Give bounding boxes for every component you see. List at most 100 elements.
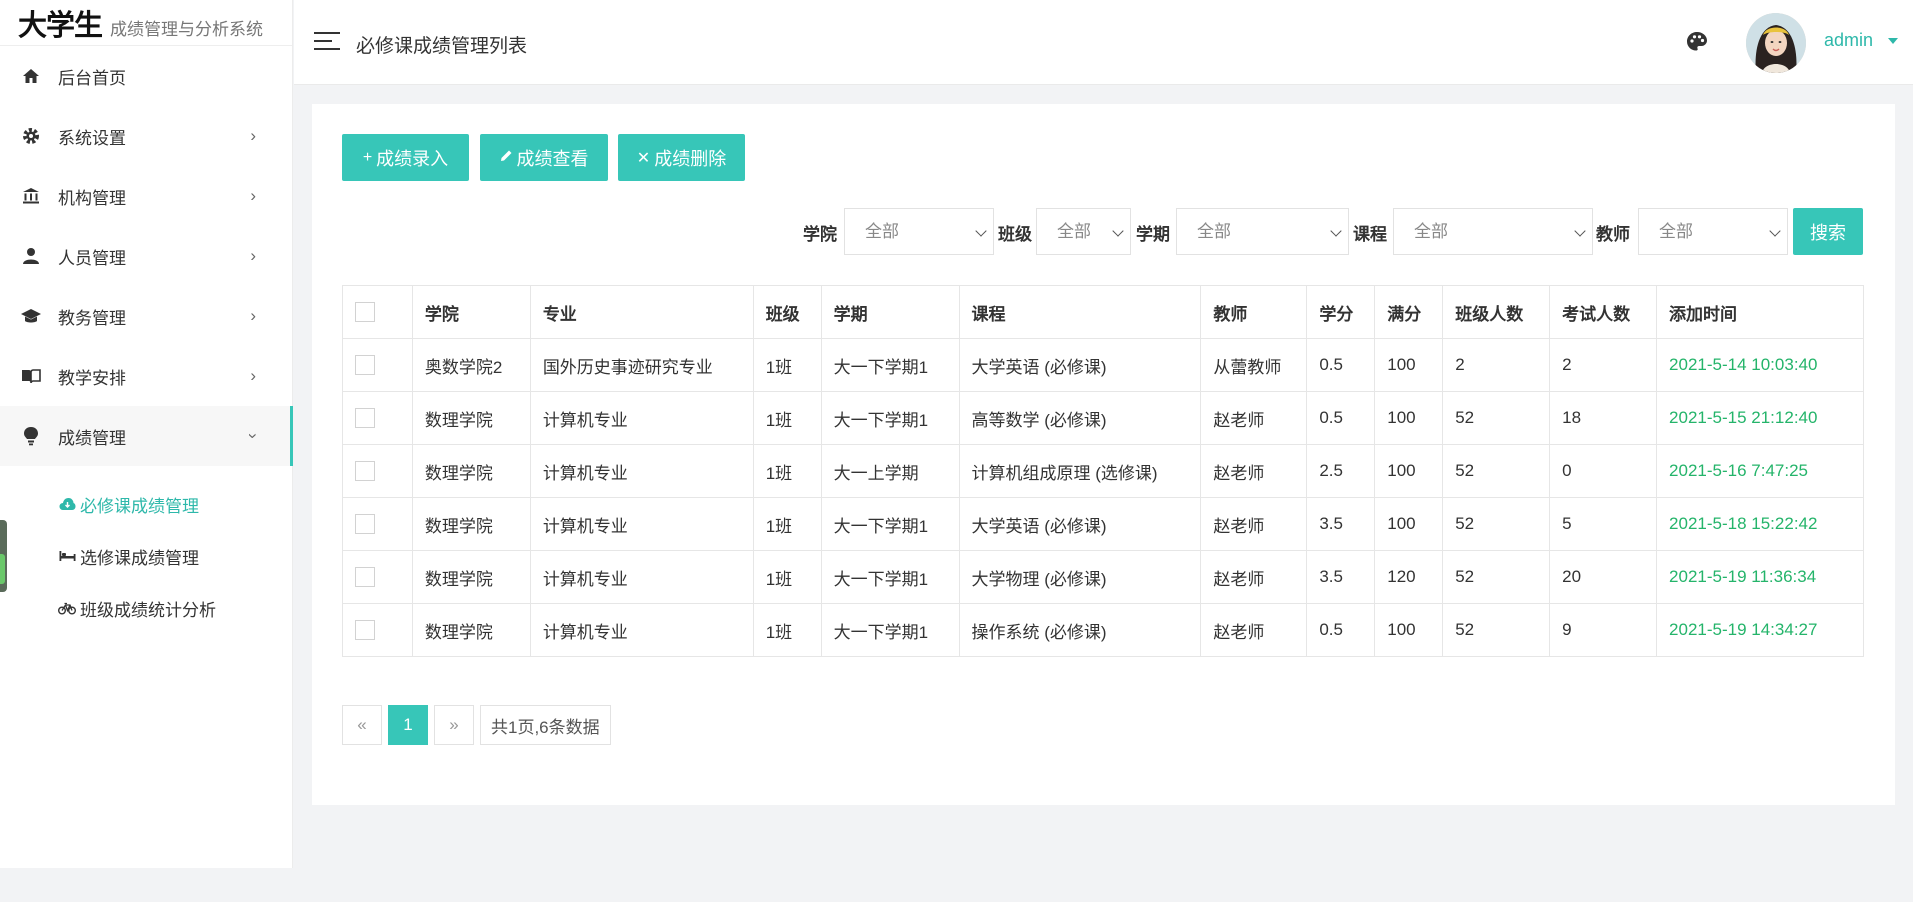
table-cell: 18 (1549, 391, 1658, 445)
table-cell: 20 (1549, 550, 1658, 604)
college-select-value: 全部 (865, 222, 899, 241)
table-cell: 100 (1374, 444, 1444, 498)
row-select-cell (342, 603, 413, 657)
table-cell-time: 2021-5-19 11:36:34 (1656, 550, 1864, 604)
sidebar-item-people[interactable]: 人员管理 › (0, 226, 292, 286)
logo-title: 大学生 (18, 8, 103, 42)
teacher-select[interactable]: 全部 (1638, 208, 1788, 255)
table-row[interactable]: 数理学院 计算机专业 1班 大一下学期1 大学物理 (必修课) 赵老师 3.5 … (342, 550, 1864, 604)
class-select[interactable]: 全部 (1036, 208, 1131, 255)
page-number-button[interactable]: 1 (388, 705, 428, 745)
sidebar-menu: 后台首页 系统设置 › 机构管理 › 人员管理 › 教务管理 › 教学安排 › … (0, 46, 293, 634)
column-header[interactable]: 班级人数 (1442, 285, 1551, 339)
column-header[interactable]: 学院 (411, 285, 531, 339)
sidebar-item-grades[interactable]: 成绩管理 › (0, 406, 293, 466)
table-cell: 大一下学期1 (820, 338, 960, 392)
table-cell: 100 (1374, 338, 1444, 392)
row-select-cell (342, 391, 413, 445)
table-cell: 从蕾教师 (1200, 338, 1308, 392)
side-drawer-handle[interactable] (0, 520, 7, 592)
search-button[interactable]: 搜索 (1793, 208, 1863, 255)
logo-subtitle: 成绩管理与分析系统 (110, 20, 263, 39)
table-cell: 大一下学期1 (820, 391, 960, 445)
add-grade-button[interactable]: + 成绩录入 (342, 134, 469, 181)
grades-submenu: 必修课成绩管理 选修课成绩管理 班级成绩统计分析 (0, 466, 292, 634)
table-cell: 3.5 (1306, 550, 1376, 604)
term-filter-label: 学期 (1136, 225, 1170, 244)
sidebar-item-label: 成绩管理 (58, 428, 126, 448)
table-row[interactable]: 数理学院 计算机专业 1班 大一上学期 计算机组成原理 (选修课) 赵老师 2.… (342, 444, 1864, 498)
column-header[interactable]: 班级 (752, 285, 822, 339)
row-checkbox[interactable] (355, 355, 375, 376)
sidebar-subitem-elective-grades[interactable]: 选修课成绩管理 (0, 530, 292, 582)
table-cell: 大学物理 (必修课) (958, 550, 1202, 604)
top-header: 必修课成绩管理列表 admin (294, 0, 1913, 85)
sidebar-subitem-label: 选修课成绩管理 (80, 548, 199, 568)
sidebar-item-label: 教务管理 (58, 308, 126, 328)
row-checkbox[interactable] (355, 620, 375, 641)
book-icon (20, 365, 42, 387)
sidebar-item-label: 机构管理 (58, 188, 126, 208)
chevron-down-icon (1112, 225, 1124, 237)
column-header[interactable]: 课程 (958, 285, 1202, 339)
course-filter-label: 课程 (1353, 225, 1387, 244)
table-row[interactable]: 数理学院 计算机专业 1班 大一下学期1 高等数学 (必修课) 赵老师 0.5 … (342, 391, 1864, 445)
table-cell: 100 (1374, 497, 1444, 551)
table-cell: 1班 (752, 391, 822, 445)
row-checkbox[interactable] (355, 408, 375, 429)
column-header[interactable]: 专业 (529, 285, 754, 339)
row-checkbox[interactable] (355, 514, 375, 535)
course-select[interactable]: 全部 (1393, 208, 1593, 255)
user-name-link[interactable]: admin (1824, 30, 1873, 51)
table-cell: 国外历史事迹研究专业 (529, 338, 754, 392)
table-cell: 2.5 (1306, 444, 1376, 498)
teacher-select-value: 全部 (1659, 222, 1693, 241)
sidebar-subitem-class-stats[interactable]: 班级成绩统计分析 (0, 582, 292, 634)
table-row[interactable]: 数理学院 计算机专业 1班 大一下学期1 大学英语 (必修课) 赵老师 3.5 … (342, 497, 1864, 551)
bed-icon (58, 547, 76, 565)
avatar[interactable] (1746, 13, 1806, 73)
caret-down-icon[interactable] (1888, 38, 1898, 44)
palette-icon[interactable] (1685, 30, 1709, 54)
sidebar-item-teaching-schedule[interactable]: 教学安排 › (0, 346, 292, 406)
table-cell: 计算机专业 (529, 603, 754, 657)
term-select-value: 全部 (1197, 222, 1231, 241)
sidebar-item-system-settings[interactable]: 系统设置 › (0, 106, 292, 166)
sidebar-subitem-label: 必修课成绩管理 (80, 496, 199, 516)
column-header[interactable]: 学分 (1306, 285, 1376, 339)
row-checkbox[interactable] (355, 567, 375, 588)
sidebar-item-home[interactable]: 后台首页 (0, 46, 292, 106)
select-all-checkbox[interactable] (355, 302, 375, 323)
sidebar-item-academic[interactable]: 教务管理 › (0, 286, 292, 346)
next-page-button[interactable]: » (434, 705, 474, 745)
table-row[interactable]: 数理学院 计算机专业 1班 大一下学期1 操作系统 (必修课) 赵老师 0.5 … (342, 603, 1864, 657)
close-icon: ✕ (636, 149, 651, 167)
table-cell: 赵老师 (1200, 497, 1308, 551)
table-cell: 数理学院 (411, 550, 531, 604)
column-header[interactable]: 学期 (820, 285, 960, 339)
table-cell-time: 2021-5-19 14:34:27 (1656, 603, 1864, 657)
table-cell-time: 2021-5-15 21:12:40 (1656, 391, 1864, 445)
college-select[interactable]: 全部 (844, 208, 994, 255)
table-cell-time: 2021-5-18 15:22:42 (1656, 497, 1864, 551)
table-cell: 100 (1374, 391, 1444, 445)
column-header[interactable]: 满分 (1374, 285, 1444, 339)
table-row[interactable]: 奥数学院2 国外历史事迹研究专业 1班 大一下学期1 大学英语 (必修课) 从蕾… (342, 338, 1864, 392)
sidebar-subitem-required-grades[interactable]: 必修课成绩管理 (0, 478, 292, 530)
prev-page-button[interactable]: « (342, 705, 382, 745)
table-header-row: 学院 专业 班级 学期 课程 教师 学分 满分 班级人数 考试人数 添加时间 (342, 285, 1864, 339)
table-cell: 大一下学期1 (820, 550, 960, 604)
sidebar-item-org[interactable]: 机构管理 › (0, 166, 292, 226)
column-header[interactable]: 考试人数 (1549, 285, 1658, 339)
delete-grade-button[interactable]: ✕ 成绩删除 (618, 134, 745, 181)
column-header[interactable]: 教师 (1200, 285, 1308, 339)
table-cell: 赵老师 (1200, 550, 1308, 604)
term-select[interactable]: 全部 (1176, 208, 1349, 255)
menu-toggle-icon[interactable] (314, 32, 340, 52)
view-grade-button[interactable]: 成绩查看 (480, 134, 608, 181)
row-checkbox[interactable] (355, 461, 375, 482)
table-cell: 赵老师 (1200, 603, 1308, 657)
table-cell: 计算机组成原理 (选修课) (958, 444, 1202, 498)
column-header[interactable]: 添加时间 (1656, 285, 1864, 339)
table-cell: 计算机专业 (529, 497, 754, 551)
